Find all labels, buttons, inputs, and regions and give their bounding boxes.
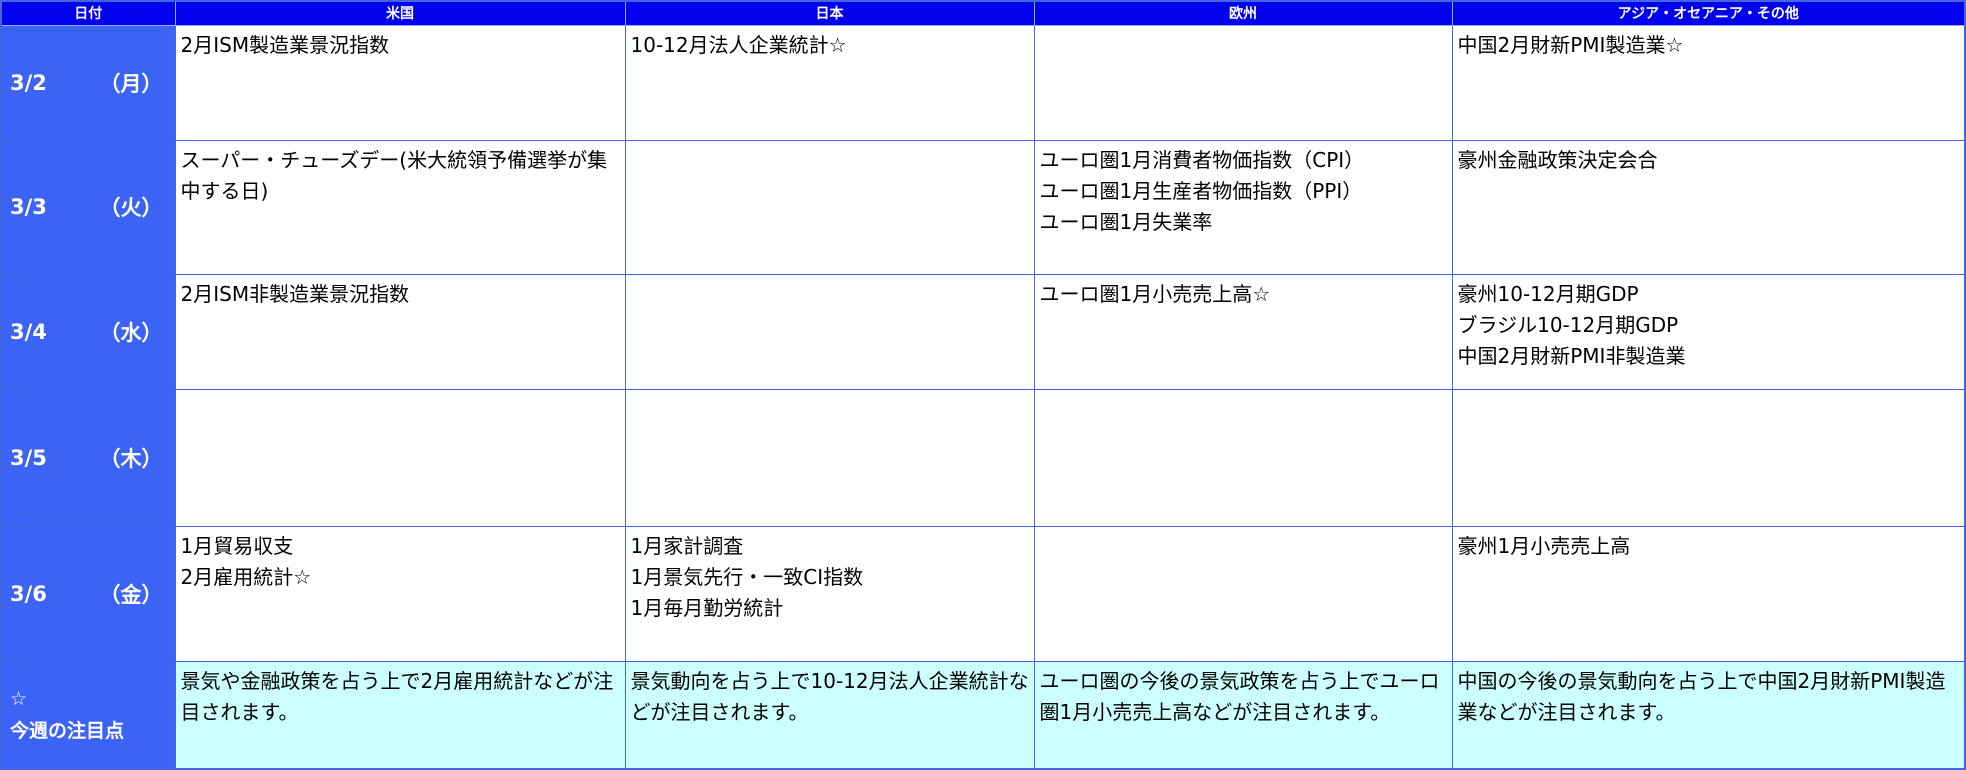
- table-row: 3/4 （水） 2月ISM非製造業景況指数 ユーロ圏1月小売売上高☆ 豪州10-…: [0, 273, 1966, 390]
- event-item: 1月貿易収支: [180, 533, 294, 558]
- us-events-cell: [174, 388, 626, 527]
- date-label: 3/5: [10, 445, 47, 470]
- asia-events-cell: 豪州金融政策決定会合: [1451, 139, 1966, 275]
- focus-label: 今週の注目点: [10, 719, 125, 742]
- event-item: スーパー・チューズデー(米大統領予備選挙が集中する日): [180, 147, 608, 203]
- header-date: 日付: [0, 0, 176, 26]
- asia-events-cell: [1451, 388, 1966, 527]
- weekday-label: （月）: [99, 71, 163, 96]
- event-item: ブラジル10-12月期GDP: [1457, 312, 1679, 337]
- weekday-label: （木）: [99, 446, 163, 471]
- table-row: 3/2 （月） 2月ISM製造業景況指数 10-12月法人企業統計☆ 中国2月財…: [0, 24, 1966, 141]
- event-item: ユーロ圏1月失業率: [1039, 209, 1213, 234]
- event-item: 10-12月法人企業統計☆: [630, 32, 847, 57]
- event-item: ユーロ圏1月生産者物価指数（PPI）: [1039, 178, 1363, 203]
- europe-events-cell: [1033, 525, 1453, 662]
- japan-events-cell: 10-12月法人企業統計☆: [624, 24, 1035, 141]
- header-row: 日付 米国 日本 欧州 アジア・オセアニア・その他: [0, 0, 1966, 26]
- japan-events-cell: [624, 139, 1035, 275]
- event-item: 1月毎月勤労統計: [630, 595, 784, 620]
- us-events-cell: 2月ISM非製造業景況指数: [174, 273, 626, 390]
- date-label: 3/6: [10, 581, 47, 606]
- event-item: 2月ISM非製造業景況指数: [180, 281, 410, 306]
- star-icon: ☆: [10, 687, 28, 710]
- event-item: 1月家計調査: [630, 533, 744, 558]
- focus-label-cell: ☆ 今週の注目点: [0, 660, 176, 770]
- us-events-cell: スーパー・チューズデー(米大統領予備選挙が集中する日): [174, 139, 626, 275]
- date-cell: 3/5 （木）: [0, 388, 176, 527]
- event-item: 2月雇用統計☆: [180, 564, 312, 589]
- event-item: 中国2月財新PMI製造業☆: [1457, 32, 1684, 57]
- header-europe: 欧州: [1033, 0, 1453, 26]
- event-item: ユーロ圏1月消費者物価指数（CPI）: [1039, 147, 1365, 172]
- europe-focus-note: ユーロ圏の今後の景気政策を占う上でユーロ圏1月小売売上高などが注目されます。: [1033, 660, 1453, 770]
- table-row: 3/3 （火） スーパー・チューズデー(米大統領予備選挙が集中する日) ユーロ圏…: [0, 139, 1966, 275]
- date-cell: 3/2 （月）: [0, 24, 176, 141]
- europe-events-cell: ユーロ圏1月小売売上高☆: [1033, 273, 1453, 390]
- focus-row: ☆ 今週の注目点 景気や金融政策を占う上で2月雇用統計などが注目されます。 景気…: [0, 660, 1966, 770]
- us-focus-note: 景気や金融政策を占う上で2月雇用統計などが注目されます。: [174, 660, 626, 770]
- date-cell: 3/4 （水）: [0, 273, 176, 390]
- event-item: ユーロ圏1月小売売上高☆: [1039, 281, 1271, 306]
- event-item: 豪州10-12月期GDP: [1457, 281, 1639, 306]
- event-item: 豪州金融政策決定会合: [1457, 147, 1658, 172]
- europe-events-cell: [1033, 24, 1453, 141]
- japan-events-cell: [624, 273, 1035, 390]
- event-item: 1月景気先行・一致CI指数: [630, 564, 864, 589]
- japan-events-cell: [624, 388, 1035, 527]
- weekday-label: （火）: [99, 196, 163, 220]
- weekly-economic-calendar: 日付 米国 日本 欧州 アジア・オセアニア・その他 3/2 （月） 2月ISM製…: [0, 0, 1966, 770]
- asia-events-cell: 豪州10-12月期GDP ブラジル10-12月期GDP 中国2月財新PMI非製造業: [1451, 273, 1966, 390]
- europe-events-cell: ユーロ圏1月消費者物価指数（CPI） ユーロ圏1月生産者物価指数（PPI） ユーロ圏…: [1033, 139, 1453, 275]
- event-item: 2月ISM製造業景況指数: [180, 32, 390, 57]
- asia-focus-note: 中国の今後の景気動向を占う上で中国2月財新PMI製造業などが注目されます。: [1451, 660, 1966, 770]
- date-cell: 3/6 （金）: [0, 525, 176, 662]
- japan-events-cell: 1月家計調査 1月景気先行・一致CI指数 1月毎月勤労統計: [624, 525, 1035, 662]
- us-events-cell: 1月貿易収支 2月雇用統計☆: [174, 525, 626, 662]
- japan-focus-note: 景気動向を占う上で10-12月法人企業統計などが注目されます。: [624, 660, 1035, 770]
- europe-events-cell: [1033, 388, 1453, 527]
- us-events-cell: 2月ISM製造業景況指数: [174, 24, 626, 141]
- weekday-label: （金）: [99, 582, 163, 607]
- weekday-label: （水）: [99, 320, 163, 345]
- event-item: 中国2月財新PMI非製造業: [1457, 343, 1686, 368]
- date-label: 3/3: [10, 195, 47, 219]
- date-label: 3/4: [10, 319, 47, 344]
- date-cell: 3/3 （火）: [0, 139, 176, 275]
- header-japan: 日本: [624, 0, 1035, 26]
- asia-events-cell: 中国2月財新PMI製造業☆: [1451, 24, 1966, 141]
- date-label: 3/2: [10, 70, 47, 95]
- header-asia-oceania-other: アジア・オセアニア・その他: [1451, 0, 1966, 26]
- table-row: 3/5 （木）: [0, 388, 1966, 527]
- asia-events-cell: 豪州1月小売売上高: [1451, 525, 1966, 662]
- event-item: 豪州1月小売売上高: [1457, 533, 1631, 558]
- table-row: 3/6 （金） 1月貿易収支 2月雇用統計☆ 1月家計調査 1月景気先行・一致CI指…: [0, 525, 1966, 662]
- header-us: 米国: [174, 0, 626, 26]
